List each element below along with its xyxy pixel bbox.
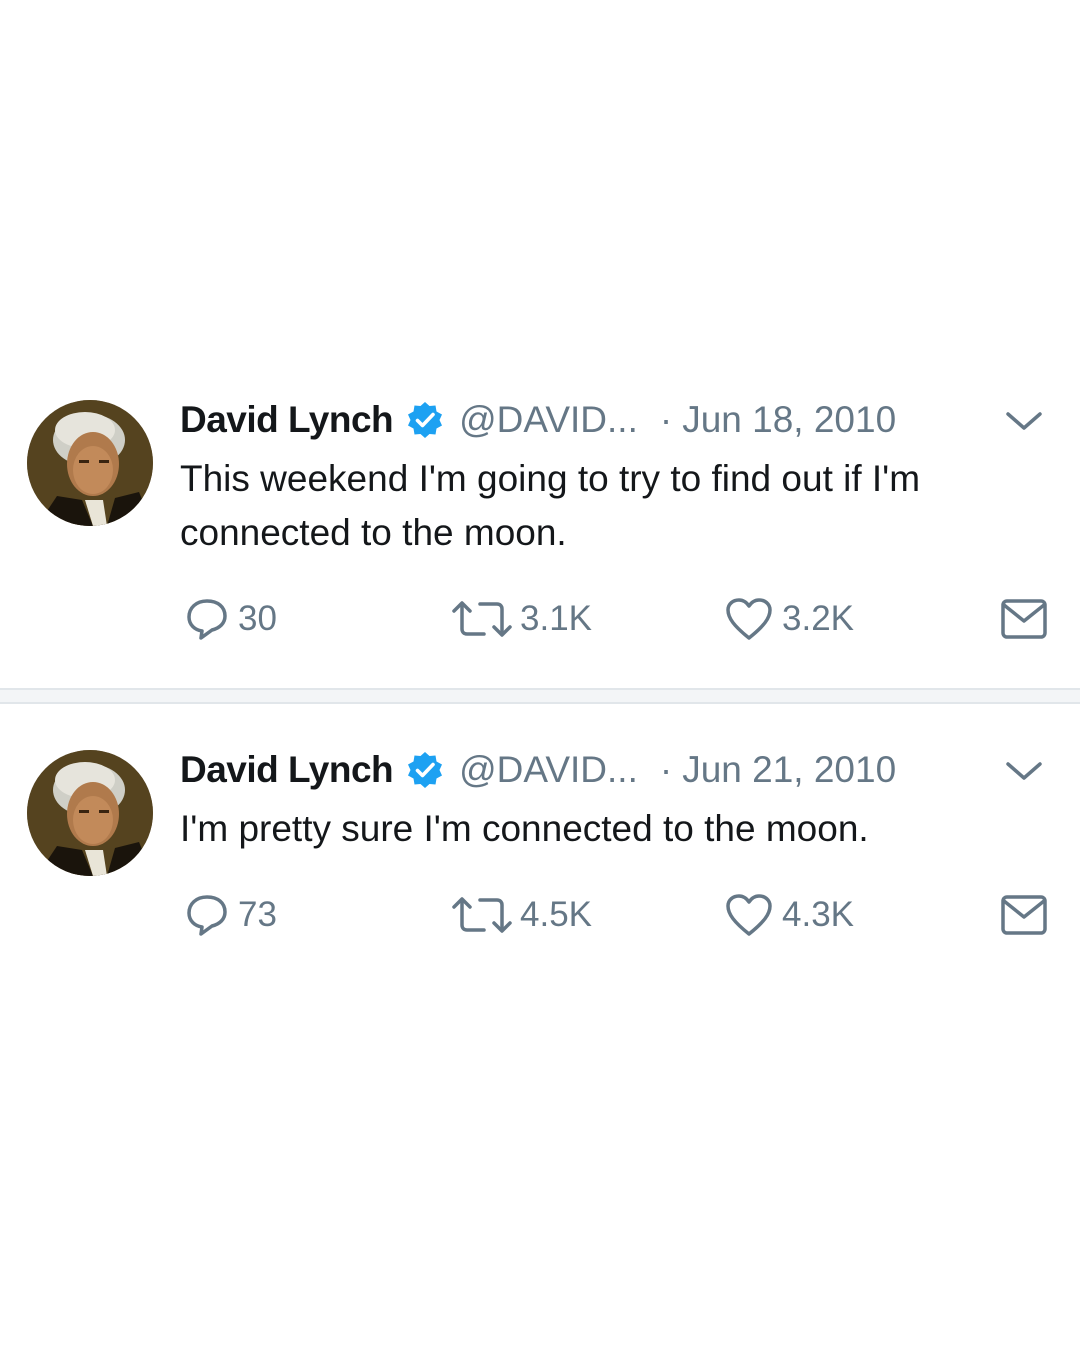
reply-count: 30 <box>238 599 277 638</box>
author-handle[interactable]: @DAVID... <box>459 749 638 791</box>
tweet-text: This weekend I'm going to try to find ou… <box>180 458 921 553</box>
retweet-icon <box>452 601 512 637</box>
author-name[interactable]: David Lynch <box>180 749 394 791</box>
like-button[interactable]: 4.3K <box>724 890 854 940</box>
heart-icon <box>726 598 772 640</box>
tweet-header: David Lynch @DAVID... · Jun 18, 2010 <box>180 394 896 446</box>
retweet-count: 3.1K <box>520 599 592 638</box>
separator-dot: · <box>659 749 673 790</box>
retweet-count: 4.5K <box>520 895 592 934</box>
tweet-date[interactable]: Jun 21, 2010 <box>682 749 896 791</box>
reply-icon <box>187 599 227 640</box>
verified-badge-icon <box>408 402 443 438</box>
envelope-icon <box>1001 599 1047 639</box>
direct-message-button[interactable] <box>1000 594 1048 644</box>
tweet-text: I'm pretty sure I'm connected to the moo… <box>180 808 869 849</box>
tweet-divider <box>0 688 1080 704</box>
tweet-header: David Lynch @DAVID... · Jun 21, 2010 <box>180 744 896 796</box>
envelope-icon <box>1001 895 1047 935</box>
avatar-photo <box>27 750 153 876</box>
retweet-icon <box>452 897 512 933</box>
reply-button[interactable]: 73 <box>184 890 277 940</box>
reply-count: 73 <box>238 895 277 934</box>
author-name[interactable]: David Lynch <box>180 399 394 441</box>
tweet-date[interactable]: Jun 18, 2010 <box>682 399 896 441</box>
like-button[interactable]: 3.2K <box>724 594 854 644</box>
like-count: 4.3K <box>782 895 854 934</box>
avatar[interactable] <box>27 400 153 526</box>
separator-dot: · <box>659 399 673 440</box>
retweet-button[interactable]: 3.1K <box>450 594 592 644</box>
like-count: 3.2K <box>782 599 854 638</box>
chevron-down-icon[interactable] <box>1002 406 1046 436</box>
tweet-actions: 30 3.1K 3.2K <box>0 594 1080 644</box>
avatar-photo <box>27 400 153 526</box>
direct-message-button[interactable] <box>1000 890 1048 940</box>
verified-badge-icon <box>408 752 443 788</box>
tweet-actions: 73 4.5K 4.3K <box>0 890 1080 940</box>
author-handle[interactable]: @DAVID... <box>459 399 638 441</box>
heart-icon <box>726 894 772 936</box>
avatar[interactable] <box>27 750 153 876</box>
retweet-button[interactable]: 4.5K <box>450 890 592 940</box>
reply-button[interactable]: 30 <box>184 594 277 644</box>
chevron-down-icon[interactable] <box>1002 756 1046 786</box>
reply-icon <box>187 895 227 936</box>
